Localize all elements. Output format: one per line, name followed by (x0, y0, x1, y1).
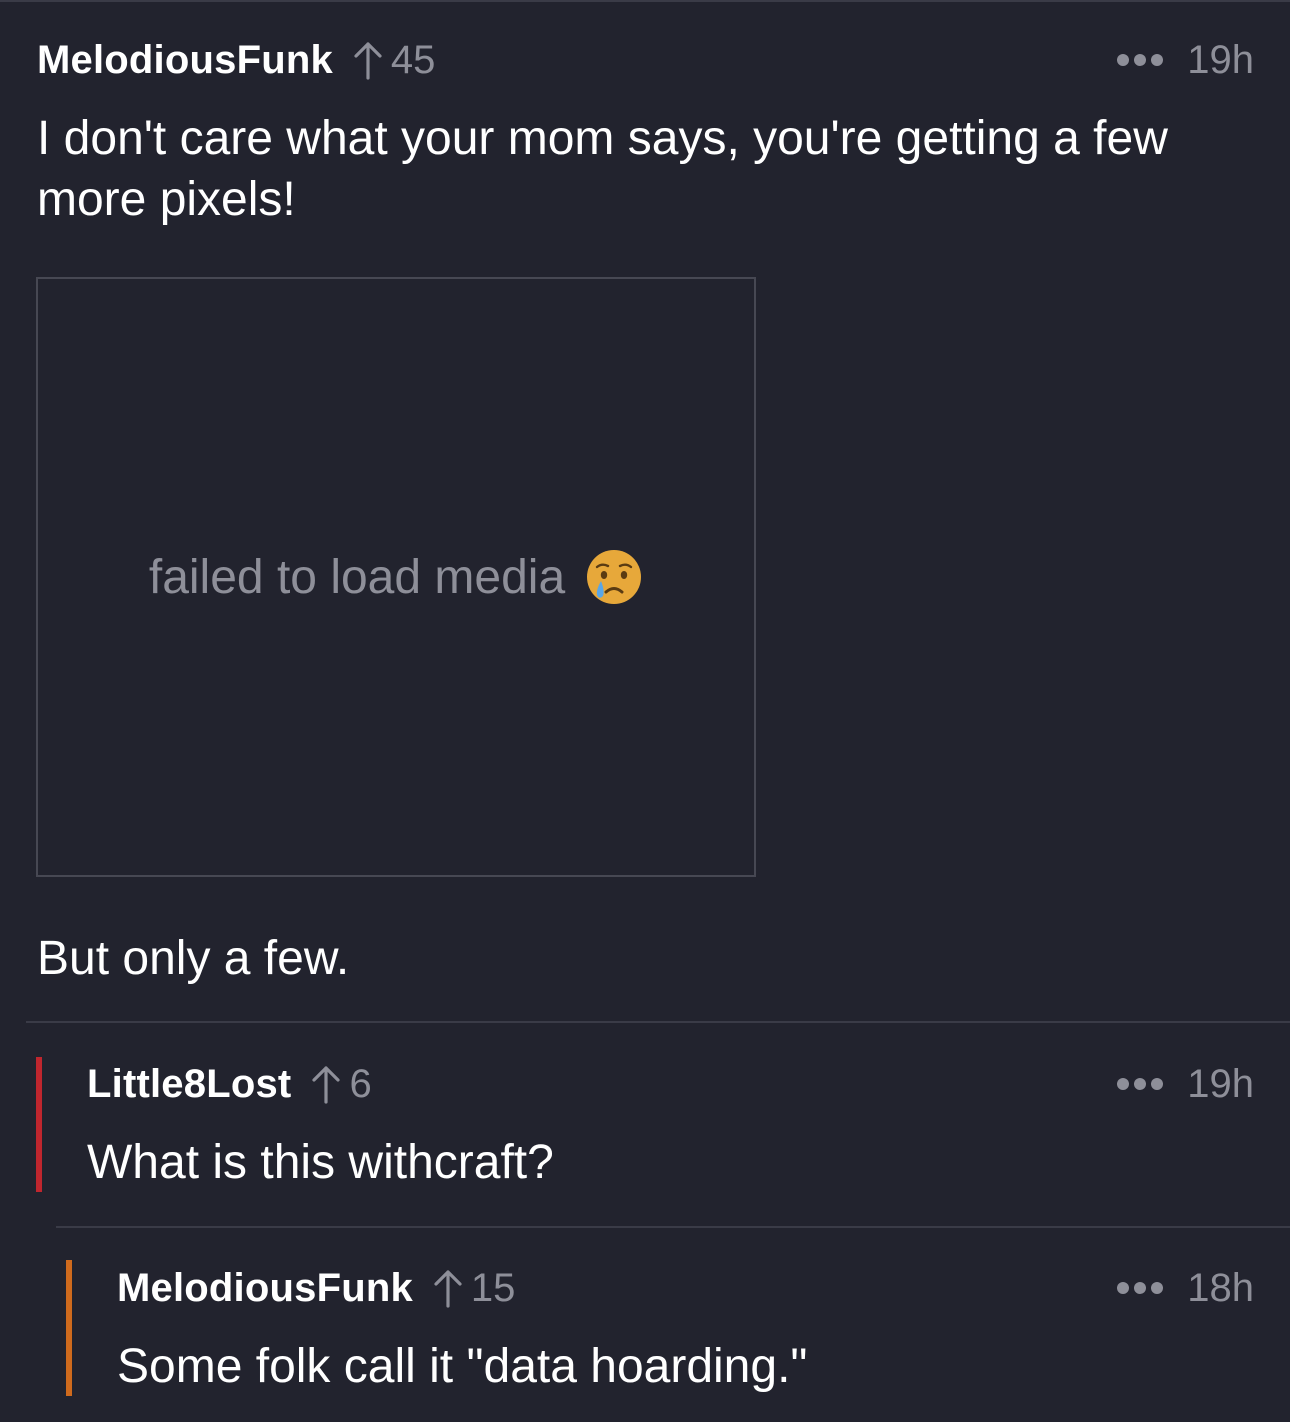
comment-right-meta: 18h (1117, 1263, 1254, 1313)
crying-face-icon (587, 550, 642, 604)
comment-body: Some folk call it "data hoarding." (117, 1340, 808, 1393)
score-count: 45 (390, 37, 436, 82)
comment-reply: Little8Lost 6 19h What is this withcraft… (0, 1022, 1290, 1227)
comment-right-meta: 19h (1117, 1059, 1254, 1109)
media-placeholder[interactable]: failed to load media (36, 277, 756, 877)
media-error-message: failed to load media (149, 548, 643, 606)
upvote-arrow-icon[interactable] (433, 1268, 463, 1308)
more-options-icon[interactable] (1117, 54, 1164, 66)
author-name[interactable]: Little8Lost (87, 1062, 291, 1107)
comment-nested-reply: MelodiousFunk 15 18h Some folk call it "… (0, 1227, 1290, 1422)
media-error-text: failed to load media (148, 550, 566, 604)
score-count: 15 (470, 1265, 516, 1310)
comment-header: MelodiousFunk 45 19h (0, 35, 1290, 85)
comment-body: I don't care what your mom says, you're … (37, 108, 1168, 230)
comment-right-meta: 19h (1117, 35, 1254, 85)
comment-body-line: I don't care what your mom says, you're … (37, 112, 1168, 165)
comment-age: 19h (1187, 37, 1254, 82)
author-name[interactable]: MelodiousFunk (117, 1266, 413, 1311)
comment-age: 18h (1187, 1265, 1254, 1310)
upvote-arrow-icon[interactable] (353, 40, 383, 80)
comment-body: What is this withcraft? (87, 1136, 554, 1189)
comment-header: Little8Lost 6 19h (0, 1059, 1290, 1109)
comment-root: MelodiousFunk 45 19h I don't care what y… (0, 0, 1290, 1022)
more-options-icon[interactable] (1117, 1282, 1164, 1294)
comment-header: MelodiousFunk 15 18h (0, 1263, 1290, 1313)
more-options-icon[interactable] (1117, 1078, 1164, 1090)
author-name[interactable]: MelodiousFunk (37, 38, 333, 83)
score-count: 6 (349, 1061, 372, 1106)
comment-body-line: more pixels! (37, 173, 296, 226)
comment-age: 19h (1187, 1061, 1254, 1106)
comment-body-after-media: But only a few. (37, 932, 350, 985)
upvote-arrow-icon[interactable] (311, 1064, 341, 1104)
